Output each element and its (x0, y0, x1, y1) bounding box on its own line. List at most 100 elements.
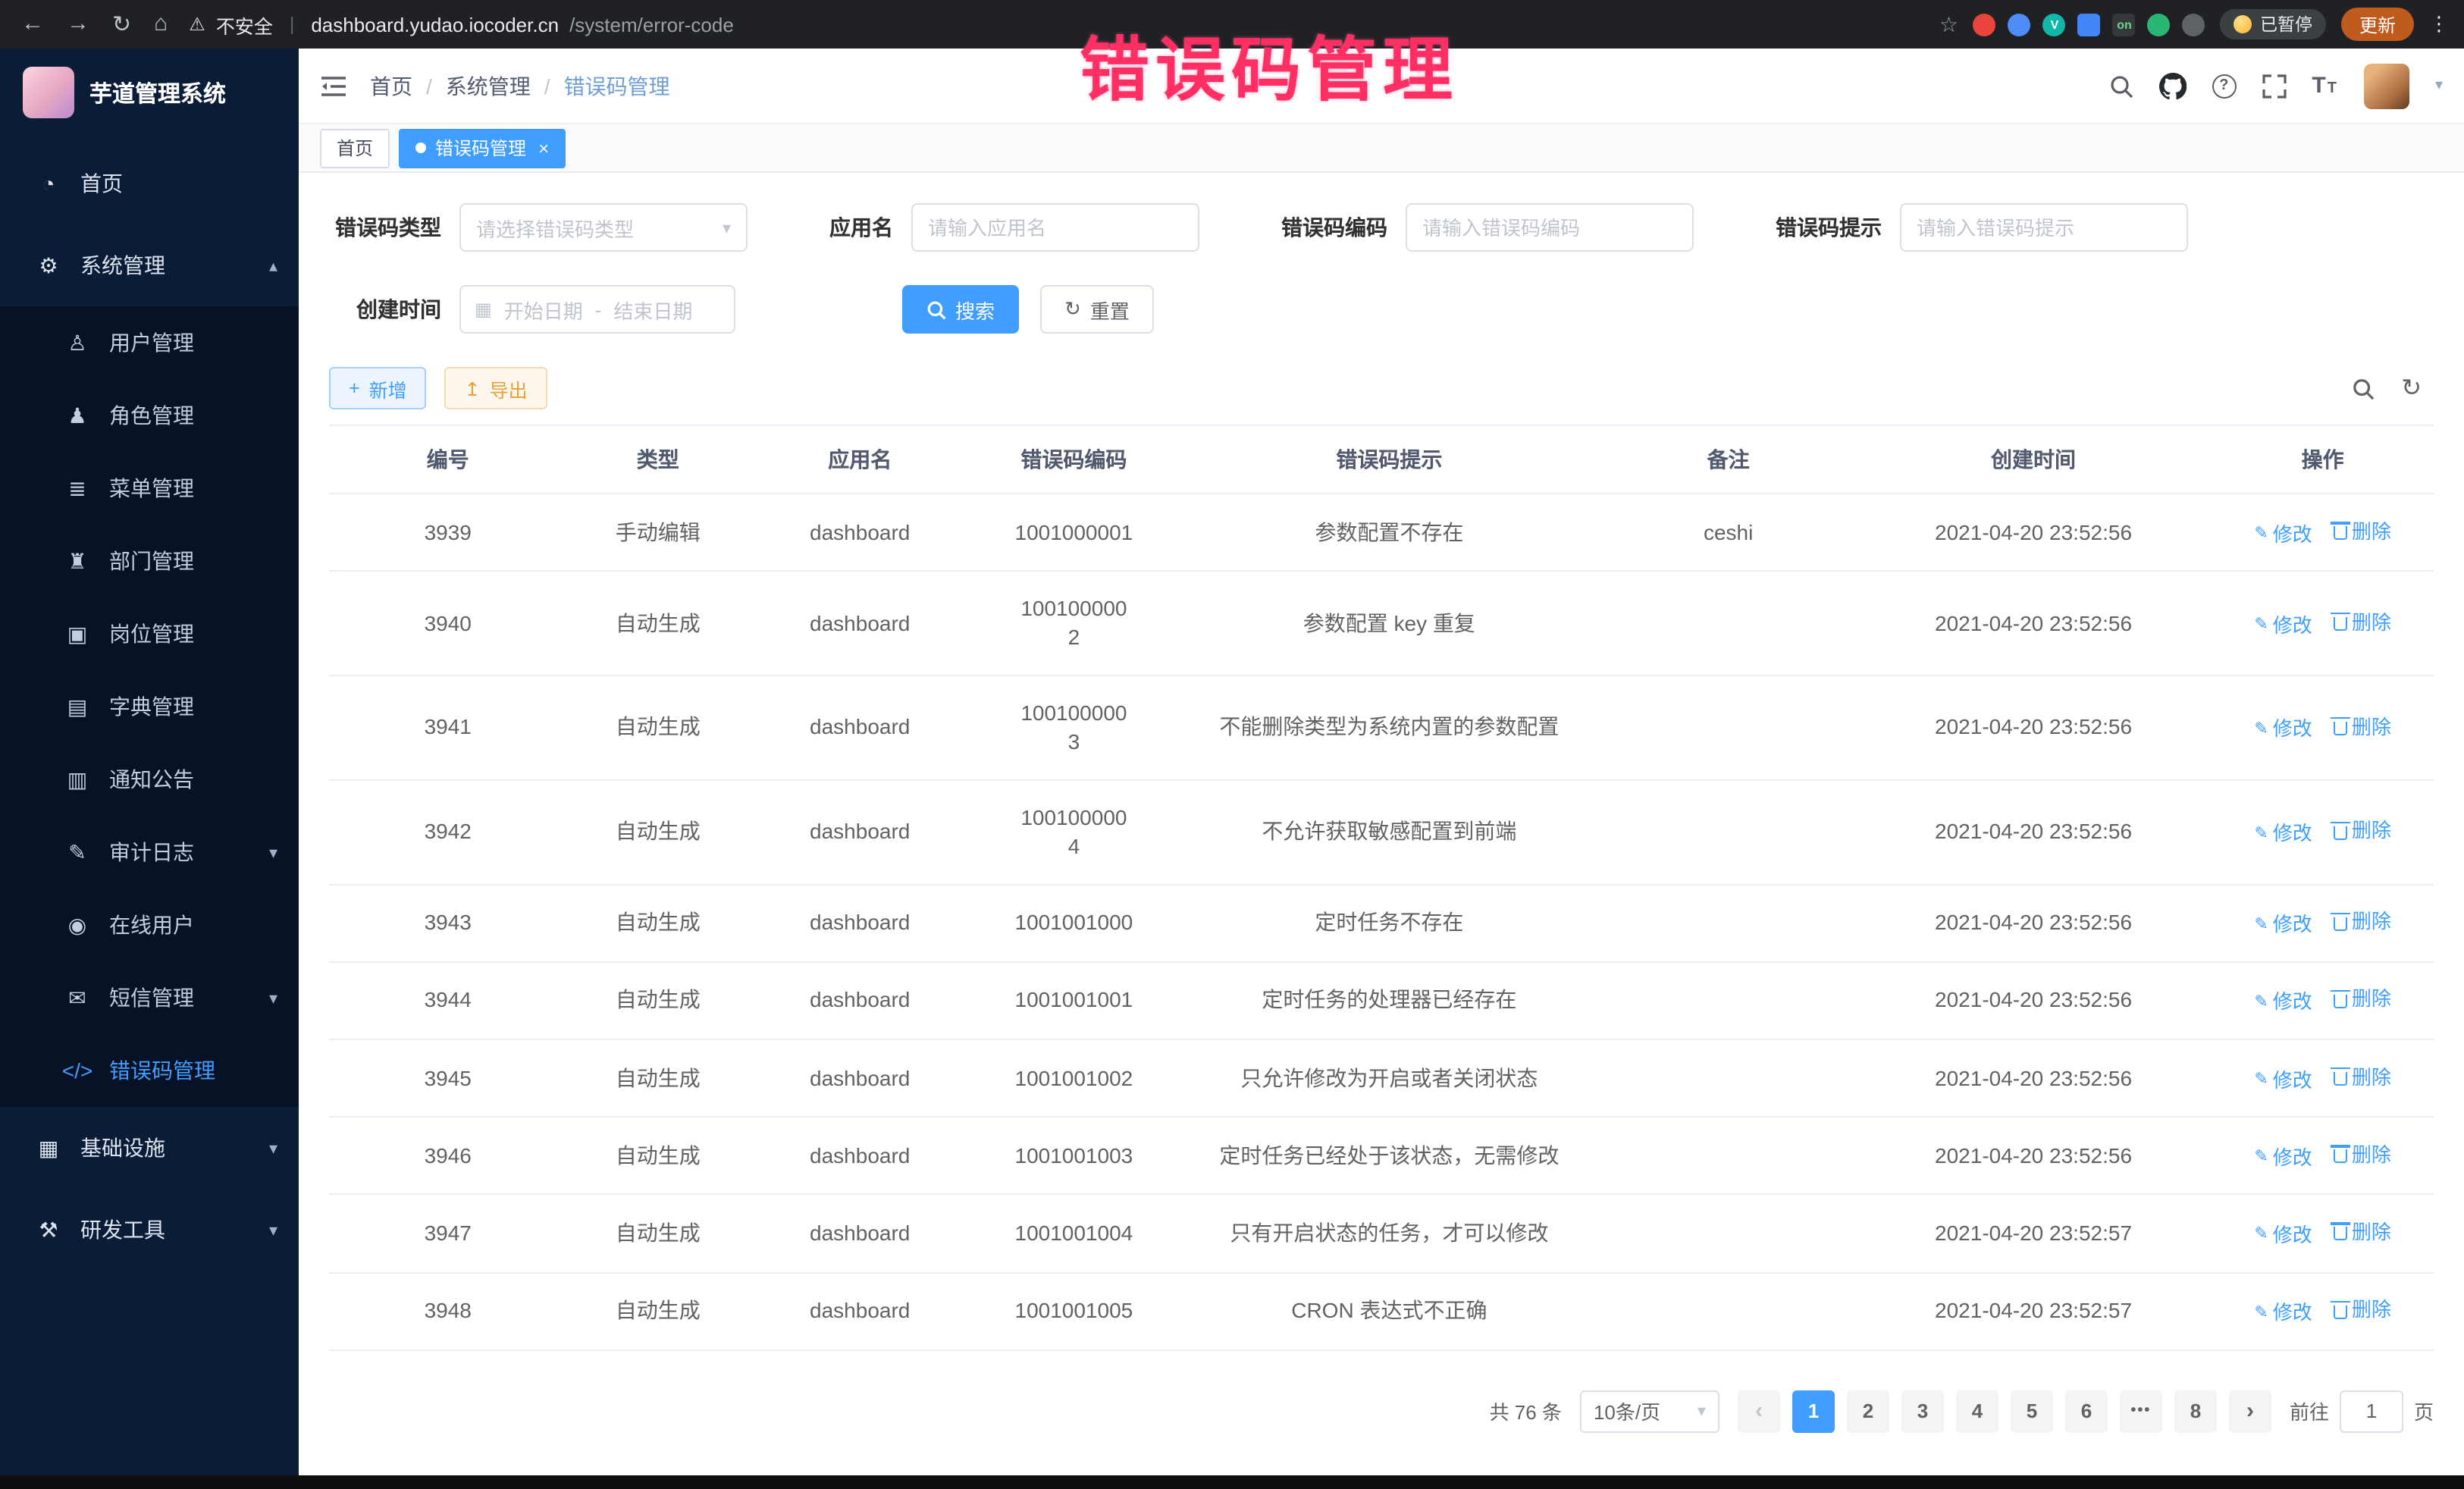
edit-button[interactable]: ✎修改 (2254, 1067, 2312, 1093)
puzzle-extension-icon[interactable] (2183, 13, 2205, 36)
page-button[interactable]: 5 (2011, 1390, 2053, 1433)
error-type-select[interactable]: 请选择错误码类型 ▾ (459, 203, 748, 252)
add-button[interactable]: + 新增 (329, 367, 427, 409)
app-name-input[interactable] (911, 203, 1199, 252)
reset-button[interactable]: ↻ 重置 (1040, 285, 1154, 334)
pager-ellipsis[interactable]: ••• (2120, 1390, 2162, 1433)
search-icon (2351, 377, 2374, 400)
paused-badge[interactable]: 已暂停 (2221, 9, 2326, 39)
sidebar-item-error-code-management[interactable]: </>错误码管理 (0, 1034, 299, 1107)
tab-home[interactable]: 首页 (320, 128, 390, 168)
extension-blue-icon[interactable] (2008, 13, 2031, 36)
sidebar-item-label: 角色管理 (109, 400, 277, 431)
sidebar-item-sms-management[interactable]: ✉短信管理▾ (0, 961, 299, 1034)
next-page-button[interactable]: › (2229, 1390, 2271, 1433)
export-button[interactable]: ↥ 导出 (445, 367, 547, 409)
sidebar-toggle-button[interactable] (320, 74, 347, 98)
logo-row[interactable]: 芋道管理系统 (0, 49, 299, 136)
sidebar-item-menu-management[interactable]: ≣菜单管理 (0, 452, 299, 525)
breadcrumb-system[interactable]: 系统管理 (446, 71, 531, 101)
extension-green-icon[interactable] (2148, 13, 2171, 36)
font-size-icon[interactable]: TT (2312, 73, 2338, 99)
sidebar-item-post-management[interactable]: ▣岗位管理 (0, 597, 299, 670)
page-size-select[interactable]: 10条/页 ▾ (1580, 1390, 1719, 1433)
header-search-button[interactable] (2108, 74, 2133, 98)
delete-button[interactable]: 删除 (2334, 1064, 2391, 1090)
address-bar[interactable]: ⚠ 不安全 | dashboard.yudao.iocoder.cn/syste… (189, 10, 734, 39)
refresh-table-button[interactable]: ↻ (2401, 373, 2422, 403)
forward-button[interactable]: → (67, 11, 89, 38)
fullscreen-button[interactable] (2262, 74, 2286, 98)
delete-button[interactable]: 删除 (2334, 986, 2391, 1013)
search-button[interactable]: 搜索 (902, 285, 1019, 334)
delete-button[interactable]: 删除 (2334, 1219, 2391, 1246)
kebab-menu-icon[interactable]: ⋮ (2429, 12, 2449, 36)
start-date-placeholder: 开始日期 (504, 295, 583, 324)
edit-button[interactable]: ✎修改 (2254, 989, 2312, 1016)
delete-button[interactable]: 删除 (2334, 518, 2391, 544)
prev-page-button[interactable]: ‹ (1738, 1390, 1780, 1433)
edit-button[interactable]: ✎修改 (2254, 716, 2312, 743)
extension-red-icon[interactable] (1973, 13, 1996, 36)
page-button[interactable]: 6 (2065, 1390, 2108, 1433)
extension-teal-icon[interactable]: V (2043, 13, 2066, 36)
page-button[interactable]: 8 (2174, 1390, 2217, 1433)
reload-button[interactable]: ↻ (112, 11, 131, 38)
sidebar-item-user-management[interactable]: ♙用户管理 (0, 306, 299, 379)
toggle-search-button[interactable] (2351, 377, 2374, 400)
close-icon[interactable]: × (538, 137, 549, 158)
update-button[interactable]: 更新 (2341, 8, 2414, 41)
sidebar-item-department-management[interactable]: ♜部门管理 (0, 525, 299, 597)
help-icon[interactable]: ? (2212, 74, 2236, 98)
cell-id: 3948 (329, 1272, 567, 1350)
sidebar-item-notice-announcement[interactable]: ▥通知公告 (0, 743, 299, 816)
delete-button[interactable]: 删除 (2334, 818, 2391, 845)
sidebar-item-role-management[interactable]: ♟角色管理 (0, 379, 299, 452)
edit-button[interactable]: ✎修改 (2254, 1145, 2312, 1171)
screen: 错误码管理 ← → ↻ ⌂ ⚠ 不安全 | dashboard.yudao.io… (0, 0, 2464, 1489)
home-button[interactable]: ⌂ (154, 11, 168, 38)
sidebar-item-home[interactable]: ◔首页 (0, 143, 299, 224)
dictionary-icon: ▤ (61, 694, 94, 719)
post-badge-icon: ▣ (61, 621, 94, 647)
sidebar-item-audit-log[interactable]: ✎审计日志▾ (0, 816, 299, 889)
page-button[interactable]: 2 (1847, 1390, 1889, 1433)
extension-dark-icon[interactable]: on (2113, 13, 2136, 36)
edit-button[interactable]: ✎修改 (2254, 820, 2312, 847)
page-size-value: 10条/页 (1594, 1397, 1660, 1426)
extension-grid-icon[interactable] (2078, 13, 2101, 36)
delete-label: 删除 (2352, 1219, 2391, 1246)
breadcrumb-home[interactable]: 首页 (370, 71, 412, 101)
caret-down-icon[interactable]: ▾ (2435, 77, 2443, 94)
page-button[interactable]: 1 (1792, 1390, 1835, 1433)
cell-app-name: dashboard (749, 676, 971, 780)
edit-button[interactable]: ✎修改 (2254, 612, 2312, 638)
sidebar-item-infrastructure[interactable]: ▦基础设施▾ (0, 1107, 299, 1189)
bookmark-star-icon[interactable]: ☆ (1939, 11, 1958, 37)
export-icon: ↥ (465, 377, 481, 400)
sidebar-item-system-management[interactable]: ⚙系统管理▴ (0, 224, 299, 306)
extensions-tray: Von (1973, 13, 2205, 36)
date-range-picker[interactable]: ▦ 开始日期 - 结束日期 (459, 285, 735, 334)
edit-button[interactable]: ✎修改 (2254, 911, 2312, 938)
github-link[interactable] (2158, 72, 2186, 99)
delete-button[interactable]: 删除 (2334, 909, 2391, 936)
page-button[interactable]: 4 (1956, 1390, 1998, 1433)
edit-button[interactable]: ✎修改 (2254, 521, 2312, 547)
tab-error-code-management[interactable]: 错误码管理 × (399, 128, 566, 168)
goto-page-input[interactable] (2340, 1390, 2403, 1433)
avatar[interactable] (2364, 63, 2409, 108)
error-code-input[interactable] (1406, 203, 1694, 252)
error-message-input[interactable] (1900, 203, 2188, 252)
delete-button[interactable]: 删除 (2334, 713, 2391, 740)
page-button[interactable]: 3 (1901, 1390, 1944, 1433)
delete-button[interactable]: 删除 (2334, 1142, 2391, 1168)
sidebar-item-online-users[interactable]: ◉在线用户 (0, 889, 299, 961)
sidebar-item-dev-tools[interactable]: ⚒研发工具▾ (0, 1189, 299, 1271)
delete-button[interactable]: 删除 (2334, 609, 2391, 635)
edit-button[interactable]: ✎修改 (2254, 1222, 2312, 1249)
edit-button[interactable]: ✎修改 (2254, 1299, 2312, 1326)
back-button[interactable]: ← (21, 11, 44, 38)
sidebar-item-dict-management[interactable]: ▤字典管理 (0, 670, 299, 743)
delete-button[interactable]: 删除 (2334, 1297, 2391, 1324)
